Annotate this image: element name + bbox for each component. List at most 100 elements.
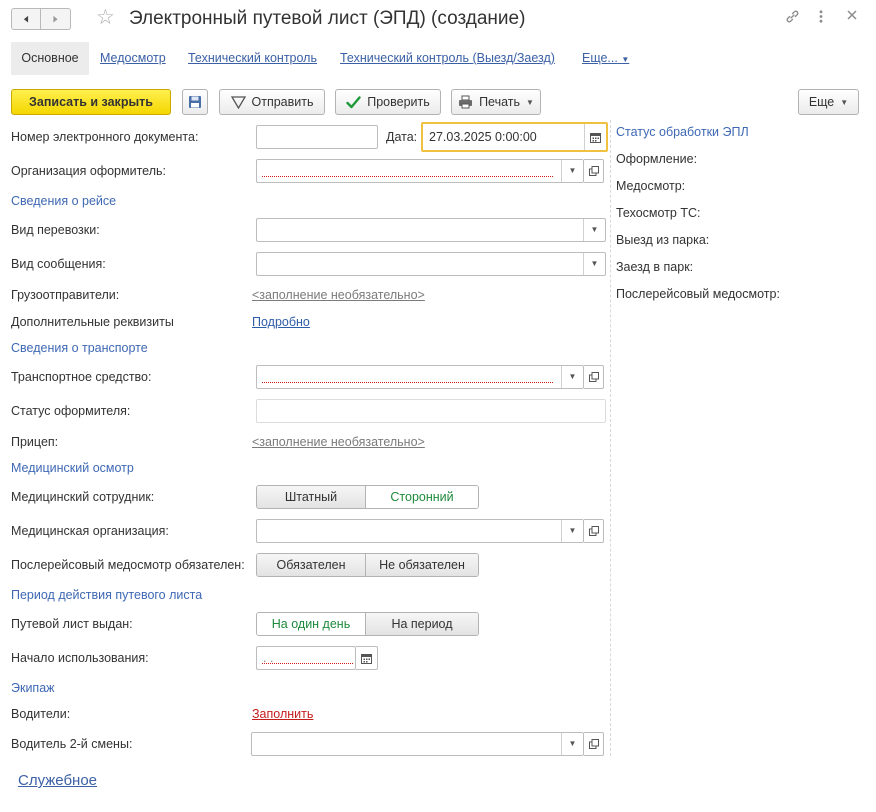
vehicle-input[interactable]: ▼: [256, 365, 584, 389]
message-kind-label: Вид сообщения:: [11, 257, 106, 271]
send-icon: [230, 95, 246, 109]
doc-number-label: Номер электронного документа:: [11, 130, 199, 144]
save-close-button[interactable]: Записать и закрыть: [11, 89, 171, 115]
med-section-title: Медицинский осмотр: [11, 461, 134, 475]
checkmark-icon: [346, 95, 361, 108]
chevron-down-icon[interactable]: ▼: [561, 366, 583, 388]
extra-details-link[interactable]: Подробно: [252, 315, 310, 329]
drivers-fill-link[interactable]: Заполнить: [252, 707, 313, 721]
transport-kind-select[interactable]: ▼: [256, 218, 606, 242]
forward-button[interactable]: 🢒: [41, 8, 71, 30]
issuer-status-label: Статус оформителя:: [11, 404, 131, 418]
open-window-icon[interactable]: [584, 732, 604, 756]
check-button[interactable]: Проверить: [335, 89, 441, 115]
med-org-label: Медицинская организация:: [11, 524, 169, 538]
chevron-down-icon: ▼: [621, 55, 630, 64]
drivers-label: Водители:: [11, 707, 71, 721]
period-section-title: Период действия путевого листа: [11, 588, 203, 602]
status-panel-title: Статус обработки ЭПЛ: [616, 125, 749, 139]
floppy-disk-icon: [189, 96, 201, 108]
shippers-label: Грузоотправители:: [11, 288, 120, 302]
arrow-right-icon: 🢒: [52, 10, 59, 28]
issued-toggle[interactable]: На один день На период: [256, 612, 479, 636]
chevron-down-icon[interactable]: ▼: [583, 253, 605, 275]
open-window-icon[interactable]: [584, 519, 604, 543]
med-staff-toggle[interactable]: Штатный Сторонний: [256, 485, 479, 509]
chevron-down-icon[interactable]: ▼: [561, 520, 583, 542]
calendar-icon[interactable]: [356, 646, 378, 670]
required-marker: [262, 663, 353, 664]
more-button[interactable]: Еще ▼: [798, 89, 859, 115]
issuer-status-input: [256, 399, 606, 423]
calendar-icon[interactable]: [584, 124, 606, 150]
print-button-label: Печать: [479, 95, 521, 109]
window-title: Электронный путевой лист (ЭПД) (создание…: [129, 8, 526, 29]
link-icon[interactable]: [785, 9, 800, 27]
back-button[interactable]: 🢐: [11, 8, 41, 30]
start-date-input[interactable]: . .: [256, 646, 356, 670]
tab-tech-control-trip[interactable]: Технический контроль (Выезд/Заезд): [340, 42, 555, 75]
crew-section-title: Экипаж: [11, 681, 55, 695]
status-item-medical: Медосмотр:: [616, 179, 686, 193]
shippers-fill-link[interactable]: <заполнение необязательно>: [252, 288, 425, 302]
trailer-label: Прицеп:: [11, 435, 59, 449]
date-input[interactable]: 27.03.2025 0:00:00: [421, 122, 608, 152]
org-label: Организация оформитель:: [11, 164, 166, 178]
status-item-park-entry: Заезд в парк:: [616, 260, 694, 274]
org-input[interactable]: ▼: [256, 159, 584, 183]
tab-more[interactable]: Еще... ▼: [582, 42, 629, 75]
tab-more-label: Еще...: [582, 51, 618, 65]
chevron-down-icon: ▼: [840, 97, 849, 107]
start-label: Начало использования:: [11, 651, 149, 665]
close-icon[interactable]: [846, 9, 858, 24]
issued-option-one-day[interactable]: На один день: [257, 613, 365, 635]
date-input-value: 27.03.2025 0:00:00: [429, 130, 537, 144]
open-window-icon[interactable]: [584, 159, 604, 183]
chevron-down-icon[interactable]: ▼: [561, 160, 583, 182]
printer-icon: [459, 95, 473, 109]
med-staff-option-staff[interactable]: Штатный: [257, 486, 365, 508]
more-button-label: Еще: [808, 95, 835, 109]
star-icon[interactable]: ☆: [96, 7, 115, 28]
tab-main[interactable]: Основное: [11, 42, 89, 75]
status-item-registration: Оформление:: [616, 152, 698, 166]
status-item-post-trip-medical: Послерейсовый медосмотр:: [616, 287, 780, 301]
send-button-label: Отправить: [251, 95, 314, 109]
save-button[interactable]: [182, 89, 208, 115]
more-vertical-icon[interactable]: [818, 9, 824, 27]
driver2-label: Водитель 2-й смены:: [11, 737, 133, 751]
doc-number-input[interactable]: [256, 125, 378, 149]
post-med-option-required[interactable]: Обязателен: [257, 554, 365, 576]
chevron-down-icon: ▼: [526, 97, 534, 107]
date-label: Дата:: [386, 130, 418, 144]
print-button[interactable]: Печать ▼: [451, 89, 541, 115]
status-item-tech-inspection: Техосмотр ТС:: [616, 206, 701, 220]
vehicle-label: Транспортное средство:: [11, 370, 152, 384]
message-kind-select[interactable]: ▼: [256, 252, 606, 276]
driver2-input[interactable]: ▼: [251, 732, 584, 756]
check-button-label: Проверить: [367, 95, 430, 109]
med-org-input[interactable]: ▼: [256, 519, 584, 543]
arrow-left-icon: 🢐: [23, 10, 29, 28]
status-item-park-exit: Выезд из парка:: [616, 233, 710, 247]
post-med-option-not-required[interactable]: Не обязателен: [365, 554, 478, 576]
chevron-down-icon[interactable]: ▼: [583, 219, 605, 241]
send-button[interactable]: Отправить: [219, 89, 325, 115]
service-link[interactable]: Служебное: [18, 772, 97, 789]
post-med-toggle[interactable]: Обязателен Не обязателен: [256, 553, 479, 577]
tab-tech-control[interactable]: Технический контроль: [188, 42, 317, 75]
post-med-label: Послерейсовый медосмотр обязателен:: [11, 558, 245, 572]
required-marker: [262, 176, 553, 177]
issued-option-period[interactable]: На период: [365, 613, 478, 635]
transport-kind-label: Вид перевозки:: [11, 223, 100, 237]
extra-label: Дополнительные реквизиты: [11, 315, 174, 329]
required-marker: [262, 382, 553, 383]
trailer-fill-link[interactable]: <заполнение необязательно>: [252, 435, 425, 449]
vehicle-section-title: Сведения о транспорте: [11, 341, 148, 355]
tab-medical[interactable]: Медосмотр: [100, 42, 166, 75]
panel-divider: [610, 120, 611, 756]
med-staff-option-external[interactable]: Сторонний: [365, 486, 478, 508]
trip-section-title: Сведения о рейсе: [11, 194, 117, 208]
chevron-down-icon[interactable]: ▼: [561, 733, 583, 755]
open-window-icon[interactable]: [584, 365, 604, 389]
